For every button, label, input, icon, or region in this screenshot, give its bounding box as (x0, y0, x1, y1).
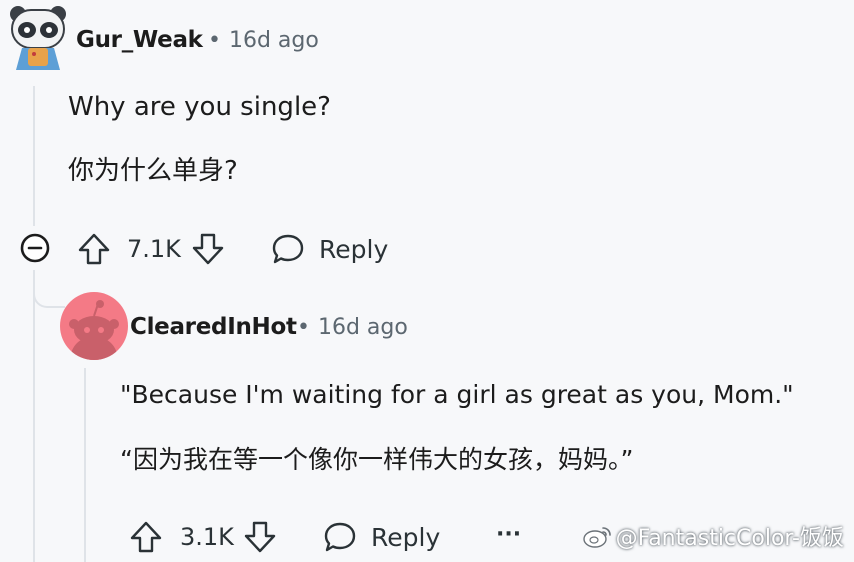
thread-branch-connector (33, 270, 65, 308)
comment1-meta: • 16d ago (208, 28, 319, 53)
more-options-button[interactable]: ··· (496, 522, 521, 547)
collapse-button[interactable] (19, 232, 51, 268)
upvote-button[interactable] (128, 519, 164, 559)
username-gur-weak[interactable]: Gur_Weak (76, 27, 203, 53)
meta-separator: • (208, 28, 221, 53)
reply-button[interactable]: Reply (270, 231, 388, 267)
arrow-down-icon (192, 233, 224, 265)
weibo-icon (582, 527, 611, 548)
speech-bubble-icon (324, 522, 356, 552)
comment2-time: 16d ago (317, 315, 408, 340)
arrow-down-icon (244, 521, 276, 553)
minus-circle-icon (20, 233, 50, 263)
meta-separator: • (297, 315, 310, 340)
speech-bubble-icon (272, 234, 304, 264)
avatar-gur-weak[interactable] (8, 4, 68, 72)
upvote-count: 7.1K (127, 235, 181, 263)
comment1-time: 16d ago (228, 28, 319, 53)
reply-button[interactable]: Reply (322, 519, 440, 555)
thread-line-reply[interactable] (84, 368, 86, 562)
comment1-text-zh: 你为什么单身? (68, 156, 238, 186)
upvote-count: 3.1K (180, 523, 234, 551)
reply-label: Reply (319, 234, 389, 264)
downvote-button[interactable] (190, 231, 226, 271)
comment1-text-en: Why are you single? (68, 92, 331, 122)
username-cleared-in-hot[interactable]: ClearedInHot (130, 314, 297, 340)
reply-label: Reply (371, 522, 441, 552)
comment2-meta: • 16d ago (297, 315, 408, 340)
comment2-text-zh: “因为我在等一个像你一样伟大的女孩，妈妈。” (120, 445, 634, 474)
upvote-button[interactable] (76, 231, 112, 271)
comment2-text-en: "Because I'm waiting for a girl as great… (120, 380, 794, 409)
watermark: @FantasticColor-饭饭 (582, 520, 844, 552)
downvote-button[interactable] (242, 519, 278, 559)
thread-line-lower[interactable] (33, 270, 35, 562)
arrow-up-icon (130, 521, 162, 553)
arrow-up-icon (78, 233, 110, 265)
watermark-text: @FantasticColor-饭饭 (615, 526, 844, 551)
panda-avatar-icon (10, 6, 66, 70)
thread-line-main[interactable] (33, 86, 35, 226)
snoo-avatar-icon (69, 300, 119, 360)
avatar-cleared-in-hot[interactable] (60, 292, 128, 360)
